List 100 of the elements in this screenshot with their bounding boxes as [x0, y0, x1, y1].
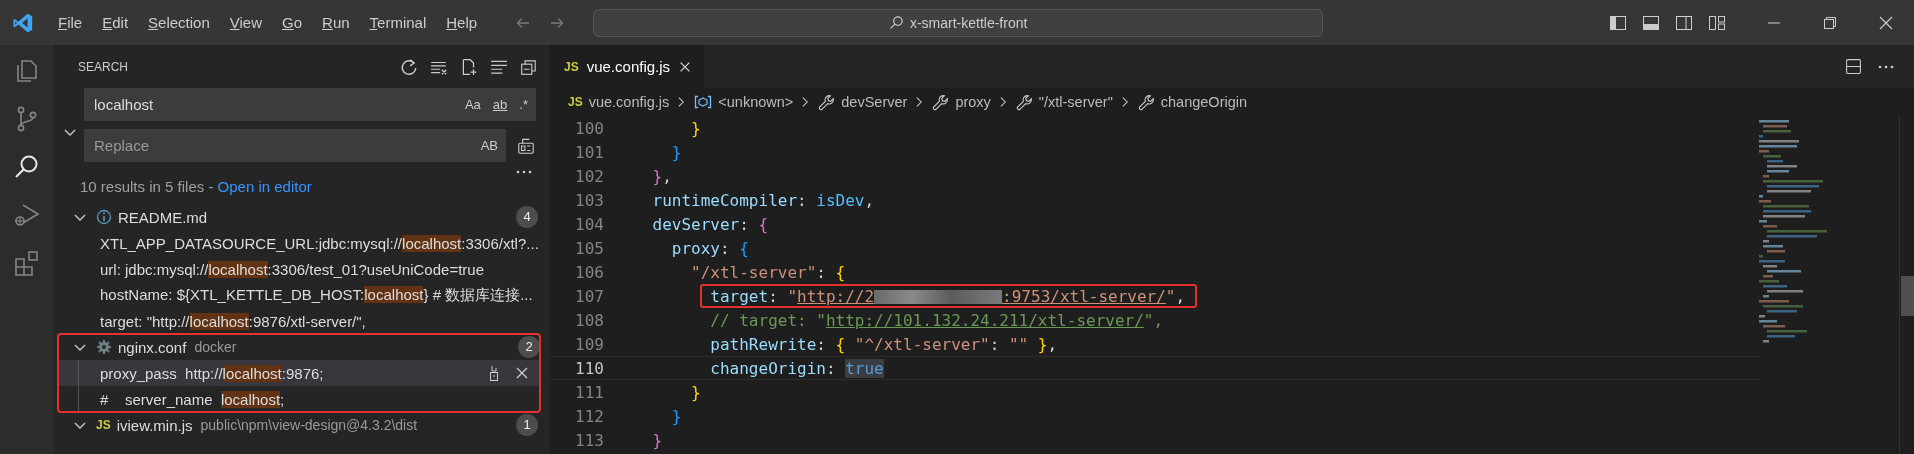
wrench-icon	[1015, 93, 1033, 111]
code-line: devServer: {	[651, 214, 769, 234]
close-icon[interactable]	[1878, 14, 1894, 31]
editor-tab[interactable]: JS vue.config.js	[550, 45, 705, 88]
line-number: 105	[574, 238, 604, 258]
line-number: 108	[574, 310, 604, 330]
chevron-right-icon	[998, 95, 1008, 109]
file-path: docker	[194, 339, 237, 355]
line-number: 112	[574, 406, 604, 426]
wrench-icon	[818, 93, 836, 111]
code-line: }	[670, 142, 682, 162]
preserve-case-toggle[interactable]: AB	[480, 138, 498, 153]
wrench-icon	[1137, 93, 1155, 111]
search-result[interactable]: target: "http://localhost:9876/xtl-server/",	[54, 308, 538, 334]
chevron-right-icon	[1120, 95, 1130, 109]
line-number: 113	[574, 430, 604, 450]
code-line: pathRewrite: { "^/xtl-server": "" },	[709, 334, 1058, 354]
new-search-editor-icon[interactable]	[460, 57, 478, 76]
chevron-right-icon	[915, 95, 925, 109]
breadcrumb[interactable]: proxy	[955, 94, 991, 110]
search-option-toggle[interactable]: .*	[519, 97, 528, 112]
file-name[interactable]: iview.min.js	[116, 416, 193, 434]
menu-item[interactable]: View	[219, 14, 272, 31]
line-number: 109	[574, 334, 604, 354]
match-count: 2	[518, 336, 540, 358]
line-number: 103	[574, 190, 604, 210]
panel-toggle-icon[interactable]	[1642, 13, 1660, 32]
search-icon	[888, 15, 904, 30]
menu-item[interactable]: Terminal	[359, 14, 437, 31]
breadcrumb[interactable]: "/xtl-server"	[1038, 94, 1113, 110]
command-center[interactable]: x-smart-kettle-front	[593, 8, 1324, 37]
file-path: public\npm\view-design@4.3.2\dist	[200, 417, 418, 433]
dismiss-icon[interactable]	[514, 365, 530, 381]
run-debug-icon[interactable]	[13, 201, 41, 229]
code-line: }	[651, 430, 663, 450]
code-line: // target: "http://101.132.24.211/xtl-server/",	[709, 310, 1164, 330]
wrench-icon	[932, 93, 950, 111]
menu-item[interactable]: Go	[272, 14, 313, 31]
open-in-editor-link[interactable]: Open in editor	[217, 178, 312, 195]
code-line: runtimeCompiler: isDev,	[651, 190, 875, 210]
results-summary: 10 results in 5 files -	[80, 178, 215, 195]
sidebar-title: SEARCH	[78, 59, 128, 74]
secondary-sidebar-toggle-icon[interactable]	[1675, 13, 1693, 32]
chevron-right-icon	[801, 95, 811, 109]
file-name[interactable]: README.md	[118, 208, 208, 226]
match-count: 4	[516, 206, 538, 228]
search-result[interactable]: XTL_APP_DATASOURCE_URL:jdbc:mysql://localhost:3306/xtl?...	[54, 230, 538, 256]
menu-item[interactable]: File	[48, 14, 93, 31]
symbol-icon	[694, 95, 713, 109]
code-line: }	[690, 118, 701, 138]
result-text: target: "http://localhost:9876/xtl-server/",	[100, 312, 367, 330]
code-line: proxy: {	[670, 238, 749, 258]
code-line: }	[690, 382, 701, 402]
line-number: 106	[574, 262, 604, 282]
breadcrumb[interactable]: devServer	[841, 94, 908, 110]
line-number: 104	[574, 214, 604, 234]
line-number: 100	[574, 118, 604, 138]
layout-icon[interactable]	[1708, 13, 1726, 32]
result-text: XTL_APP_DATASOURCE_URL:jdbc:mysql://localhost:3306/xtl?...	[100, 234, 539, 252]
app-logo-icon	[12, 11, 34, 34]
chevron-right-icon	[677, 95, 687, 109]
line-number: 107	[574, 286, 604, 306]
code-line: }	[670, 406, 682, 426]
breadcrumb[interactable]: changeOrigin	[1160, 94, 1248, 110]
more-actions-icon[interactable]	[1878, 64, 1894, 69]
more-options-icon[interactable]	[516, 170, 532, 174]
result-text: proxy_pass http://localhost:9876;	[100, 364, 325, 382]
file-name[interactable]: nginx.conf	[118, 338, 187, 356]
refresh-icon[interactable]	[400, 57, 418, 76]
breadcrumb[interactable]: <unknown>	[718, 94, 794, 110]
result-text: hostName: ${XTL_KETTLE_DB_HOST:localhost} # 数据库连接...	[100, 285, 533, 305]
extensions-icon[interactable]	[13, 249, 41, 277]
menu-item[interactable]: Edit	[92, 14, 139, 31]
result-text: # server_name localhost;	[100, 390, 286, 408]
menu-item[interactable]: Selection	[138, 14, 220, 31]
js-label: JS	[568, 95, 583, 109]
replace-field[interactable]: Replace AB	[84, 129, 506, 162]
code-line: "/xtl-server": {	[690, 262, 846, 282]
breadcrumb[interactable]: vue.config.js	[588, 94, 670, 110]
code-line: target: "http://2 :9753/xtl-server/",	[709, 286, 1186, 306]
restore-icon[interactable]	[1822, 14, 1838, 31]
search-field[interactable]: localhost Aa ab .*	[84, 88, 536, 121]
search-option-toggle[interactable]: ab	[492, 97, 508, 112]
search-option-toggle[interactable]: Aa	[464, 97, 481, 112]
line-number: 111	[574, 382, 604, 402]
primary-sidebar-toggle-icon[interactable]	[1609, 13, 1627, 32]
search-result[interactable]: hostName: ${XTL_KETTLE_DB_HOST:localhost} # 数据库连接...	[54, 282, 538, 308]
menu-item[interactable]: Help	[436, 14, 488, 31]
search-result[interactable]: url: jdbc:mysql://localhost:3306/test_01?useUniCode=true	[54, 256, 538, 282]
code-line: changeOrigin: true	[709, 358, 884, 378]
scrollbar[interactable]	[1899, 116, 1914, 454]
menu-item[interactable]: Run	[312, 14, 360, 31]
result-text: url: jdbc:mysql://localhost:3306/test_01?useUniCode=true	[100, 260, 485, 278]
search-result[interactable]: proxy_pass http://localhost:9876;	[58, 360, 540, 386]
split-editor-icon[interactable]	[1845, 58, 1862, 75]
code-line: },	[651, 166, 672, 186]
collapse-all-icon[interactable]	[520, 57, 538, 76]
line-number: 101	[574, 142, 604, 162]
js-label: JS	[96, 418, 111, 432]
gear-icon	[96, 339, 112, 355]
